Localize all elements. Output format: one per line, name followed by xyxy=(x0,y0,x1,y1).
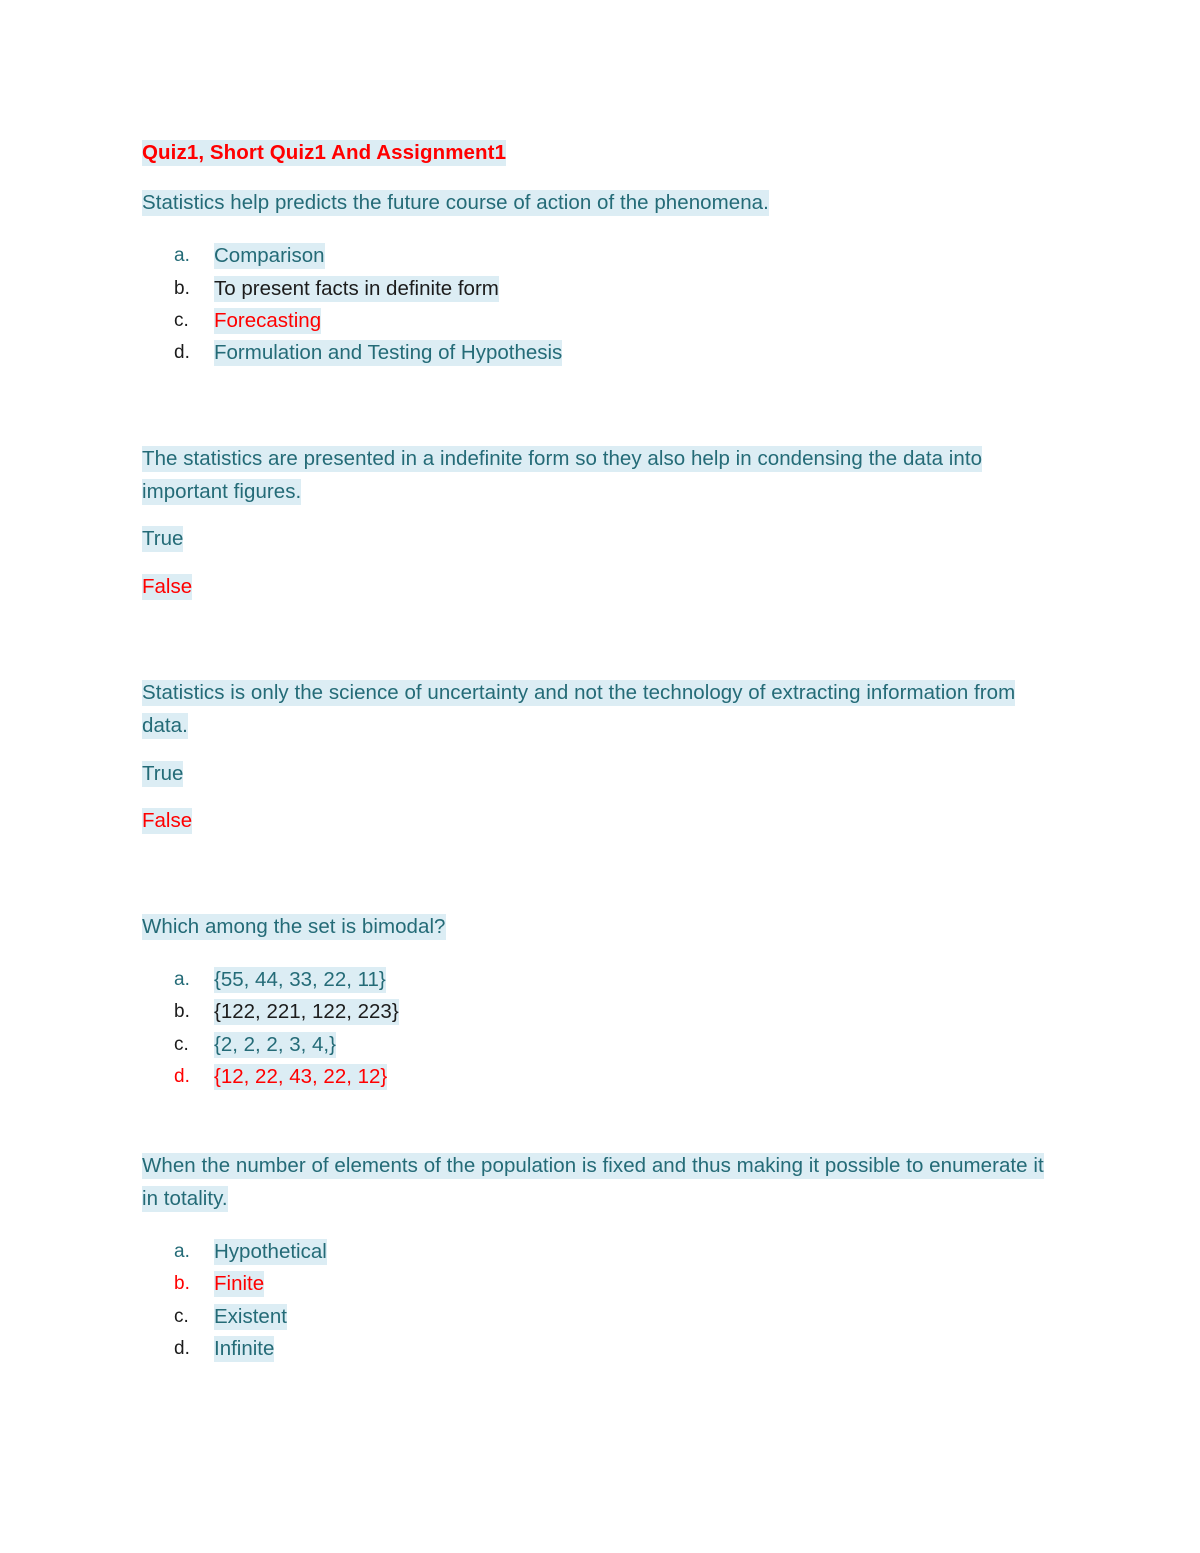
option-marker: a. xyxy=(174,968,190,990)
list-item[interactable]: d. Formulation and Testing of Hypothesis xyxy=(142,337,1058,369)
question-block-q2: The statistics are presented in a indefi… xyxy=(142,443,1058,604)
true-false-option[interactable]: True xyxy=(142,523,1058,556)
true-false-option[interactable]: False xyxy=(142,805,1058,838)
true-false-option[interactable]: True xyxy=(142,758,1058,791)
question-prompt: Which among the set is bimodal? xyxy=(142,911,1058,944)
option-label: {12, 22, 43, 22, 12} xyxy=(214,1064,388,1091)
option-label: To present facts in definite form xyxy=(214,275,499,302)
list-item[interactable]: c. {2, 2, 2, 3, 4,} xyxy=(142,1029,1058,1061)
list-item[interactable]: a. Comparison xyxy=(142,240,1058,272)
question-prompt-text: Statistics is only the science of uncert… xyxy=(142,679,1016,739)
option-label: Infinite xyxy=(214,1336,275,1363)
option-marker: a. xyxy=(174,245,190,267)
option-marker: c. xyxy=(174,1305,189,1327)
option-label: False xyxy=(142,574,193,601)
list-item[interactable]: a. {55, 44, 33, 22, 11} xyxy=(142,964,1058,996)
option-marker: c. xyxy=(174,1033,189,1055)
option-marker: b. xyxy=(174,277,190,299)
list-item[interactable]: b. Finite xyxy=(142,1268,1058,1300)
option-list: a. {55, 44, 33, 22, 11} b. {122, 221, 12… xyxy=(142,964,1058,1094)
option-label: Formulation and Testing of Hypothesis xyxy=(214,340,563,367)
option-marker: d. xyxy=(174,342,190,364)
option-label: Existent xyxy=(214,1303,287,1330)
true-false-option[interactable]: False xyxy=(142,571,1058,604)
list-item[interactable]: d. {12, 22, 43, 22, 12} xyxy=(142,1061,1058,1093)
page-title-text: Quiz1, Short Quiz1 And Assignment1 xyxy=(142,140,507,166)
option-label: {55, 44, 33, 22, 11} xyxy=(214,966,386,993)
list-item[interactable]: d. Infinite xyxy=(142,1333,1058,1365)
document-body: Quiz1, Short Quiz1 And Assignment1 Stati… xyxy=(142,139,1058,1366)
option-marker: b. xyxy=(174,1273,190,1295)
question-prompt: When the number of elements of the popul… xyxy=(142,1150,1058,1216)
option-label: {122, 221, 122, 223} xyxy=(214,999,399,1026)
question-prompt: Statistics is only the science of uncert… xyxy=(142,677,1058,743)
option-list: a. Hypothetical b. Finite c. Existent d.… xyxy=(142,1236,1058,1366)
option-label: False xyxy=(142,808,193,835)
option-label: Comparison xyxy=(214,243,325,270)
option-marker: b. xyxy=(174,1001,190,1023)
question-block-q1: Statistics help predicts the future cour… xyxy=(142,187,1058,369)
list-item[interactable]: a. Hypothetical xyxy=(142,1236,1058,1268)
option-label: True xyxy=(142,760,184,787)
list-item[interactable]: b. To present facts in definite form xyxy=(142,273,1058,305)
option-label: Hypothetical xyxy=(214,1239,327,1266)
option-label: True xyxy=(142,526,184,553)
document-page: Quiz1, Short Quiz1 And Assignment1 Stati… xyxy=(0,0,1200,1553)
section-divider xyxy=(142,370,1058,422)
list-item[interactable]: c. Forecasting xyxy=(142,305,1058,337)
section-divider xyxy=(142,604,1058,656)
option-marker: a. xyxy=(174,1241,190,1263)
question-prompt-text: When the number of elements of the popul… xyxy=(142,1153,1044,1213)
option-marker: c. xyxy=(174,310,189,332)
question-prompt-text: The statistics are presented in a indefi… xyxy=(142,445,983,505)
question-prompt: The statistics are presented in a indefi… xyxy=(142,443,1058,509)
section-divider xyxy=(142,1093,1058,1129)
option-label: Forecasting xyxy=(214,308,322,335)
list-item[interactable]: b. {122, 221, 122, 223} xyxy=(142,996,1058,1028)
list-item[interactable]: c. Existent xyxy=(142,1301,1058,1333)
page-title: Quiz1, Short Quiz1 And Assignment1 xyxy=(142,139,1058,166)
question-prompt-text: Which among the set is bimodal? xyxy=(142,914,446,941)
option-marker: d. xyxy=(174,1338,190,1360)
question-block-q5: When the number of elements of the popul… xyxy=(142,1150,1058,1365)
section-divider xyxy=(142,838,1058,890)
question-block-q3: Statistics is only the science of uncert… xyxy=(142,677,1058,838)
option-marker: d. xyxy=(174,1066,190,1088)
question-block-q4: Which among the set is bimodal? a. {55, … xyxy=(142,911,1058,1093)
option-label: {2, 2, 2, 3, 4,} xyxy=(214,1031,336,1058)
question-prompt: Statistics help predicts the future cour… xyxy=(142,187,1058,220)
question-prompt-text: Statistics help predicts the future cour… xyxy=(142,190,769,217)
option-label: Finite xyxy=(214,1271,265,1298)
option-list: a. Comparison b. To present facts in def… xyxy=(142,240,1058,370)
